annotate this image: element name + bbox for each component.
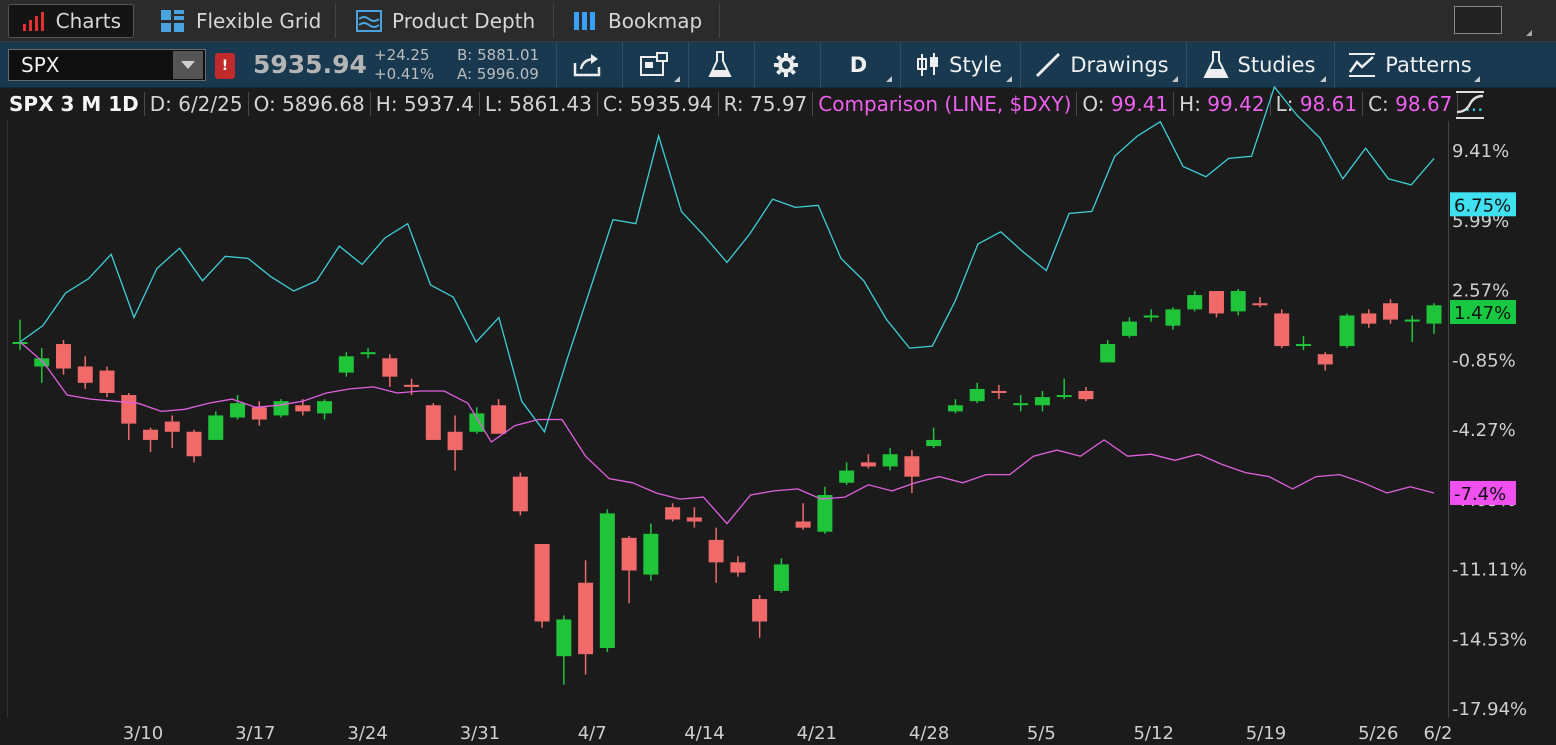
x-axis-tick-label: 5/5 xyxy=(1027,723,1056,744)
candle-body xyxy=(186,431,202,457)
candle-body xyxy=(1034,397,1050,406)
candle-body xyxy=(643,533,659,575)
x-axis-tick-label: 6/2 xyxy=(1424,723,1453,744)
candle-body xyxy=(491,405,507,434)
candle-body xyxy=(1121,321,1137,336)
candle-body xyxy=(621,537,637,571)
price-chart[interactable]: 9.41%5.99%2.57%-0.85%-4.27%-7.69%-11.11%… xyxy=(0,0,1556,745)
candle-body xyxy=(773,564,789,591)
candle-body xyxy=(686,517,702,522)
candle-body xyxy=(1078,390,1094,400)
cyan-last-badge: 6.75% xyxy=(1454,195,1511,216)
candle-body xyxy=(317,401,333,414)
candle-body xyxy=(99,370,115,394)
x-axis-tick-label: 3/10 xyxy=(123,723,163,744)
x-axis-tick-label: 3/17 xyxy=(235,723,275,744)
x-axis-tick-label: 4/7 xyxy=(578,723,607,744)
candle-body xyxy=(534,543,550,622)
candle-body xyxy=(382,358,398,377)
candle-body xyxy=(1056,395,1072,398)
candle-body xyxy=(1208,290,1224,314)
candle-body xyxy=(860,462,876,467)
candle-body xyxy=(817,495,833,532)
candle-body xyxy=(578,582,594,655)
y-axis-tick-label: -17.94% xyxy=(1452,699,1527,720)
candle-body xyxy=(1382,303,1398,320)
candle-body xyxy=(1100,344,1116,363)
candle-body xyxy=(512,476,528,512)
y-axis-tick-label: -14.53% xyxy=(1452,629,1527,650)
candle-body xyxy=(969,388,985,402)
cyan-comparison-line xyxy=(19,85,1435,434)
x-axis-tick-label: 4/21 xyxy=(797,723,837,744)
candle-body xyxy=(447,431,463,451)
candle-body xyxy=(404,384,420,387)
candle-body xyxy=(1404,319,1420,322)
candle-body xyxy=(338,356,354,373)
y-axis-tick-label: -4.27% xyxy=(1452,420,1516,441)
dxy-comparison-line xyxy=(19,341,1435,525)
candle-body xyxy=(1274,313,1290,347)
x-axis-tick-label: 4/14 xyxy=(684,723,724,744)
candle-body xyxy=(882,454,898,467)
candle-body xyxy=(164,421,180,432)
candle-body xyxy=(425,405,441,440)
candle-body xyxy=(556,619,572,657)
candle-body xyxy=(926,439,942,447)
dxy-last-badge: -7.4% xyxy=(1454,484,1506,505)
candle-body xyxy=(839,470,855,483)
y-axis-tick-label: 9.41% xyxy=(1452,141,1509,162)
candle-body xyxy=(991,390,1007,394)
candle-body xyxy=(1295,344,1311,347)
candle-body xyxy=(469,413,485,432)
candle-body xyxy=(1339,315,1355,347)
candle-body xyxy=(708,539,724,563)
candle-body xyxy=(730,562,746,573)
candle-body xyxy=(1187,295,1203,310)
candle-body xyxy=(1317,354,1333,365)
candle-body xyxy=(752,599,768,622)
candle-body xyxy=(665,507,681,520)
y-axis-tick-label: 2.57% xyxy=(1452,281,1509,302)
candle-body xyxy=(1013,403,1029,406)
candle-body xyxy=(230,403,246,418)
candle-body xyxy=(1230,290,1246,312)
price-last-badge: 1.47% xyxy=(1454,303,1511,324)
candle-body xyxy=(599,513,615,649)
candle-body xyxy=(295,405,311,412)
candle-body xyxy=(1143,315,1159,318)
candle-body xyxy=(360,352,376,355)
candle-body xyxy=(34,358,50,367)
x-axis-tick-label: 5/19 xyxy=(1246,723,1286,744)
x-axis-tick-label: 5/12 xyxy=(1133,723,1173,744)
x-axis-tick-label: 3/24 xyxy=(347,723,387,744)
y-axis-tick-label: -11.11% xyxy=(1452,560,1527,581)
candle-body xyxy=(251,407,267,420)
candle-body xyxy=(121,395,137,424)
candle-body xyxy=(947,405,963,412)
candle-body xyxy=(1252,303,1268,306)
x-axis-tick-label: 5/26 xyxy=(1358,723,1398,744)
candle-body xyxy=(208,415,224,440)
chart-window: Charts Flexible Grid Product Depth Bookm… xyxy=(0,0,1556,745)
candle-body xyxy=(77,366,93,383)
candle-body xyxy=(273,401,289,416)
x-axis-tick-label: 3/31 xyxy=(460,723,500,744)
candle-body xyxy=(1361,313,1377,324)
candle-body xyxy=(904,456,920,477)
candle-body xyxy=(1426,305,1442,324)
candle-body xyxy=(1165,309,1181,326)
candle-body xyxy=(795,521,811,528)
candle-body xyxy=(143,429,159,440)
y-axis-tick-label: -0.85% xyxy=(1452,350,1516,371)
candle-body xyxy=(56,344,72,369)
x-axis-tick-label: 4/28 xyxy=(909,723,949,744)
